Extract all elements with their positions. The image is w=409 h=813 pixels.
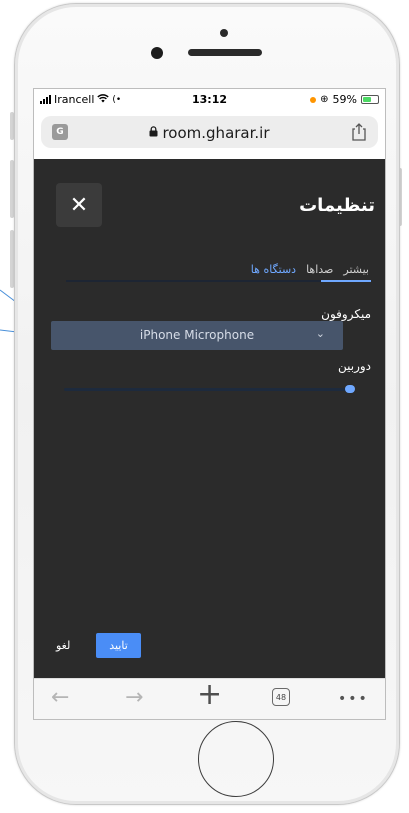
settings-dialog: ✕ تنظیمات دستگاه ها صداها بیشتر میکروفون… — [34, 159, 385, 679]
microphone-label: میکروفون — [321, 307, 371, 321]
close-button[interactable]: ✕ — [56, 183, 102, 227]
browser-toolbar: ← → + 48 ••• — [34, 678, 385, 719]
tab-more[interactable]: بیشتر — [343, 263, 369, 276]
share-icon[interactable] — [350, 122, 368, 142]
settings-tabs: دستگاه ها صداها بیشتر — [251, 263, 369, 276]
status-bar: Irancell (• 13:12 ⊕ 59% — [34, 89, 385, 111]
camera-label: دوربین — [337, 359, 371, 373]
dialog-title: تنظیمات — [299, 195, 375, 216]
screen: Irancell (• 13:12 ⊕ 59% G room.gharar.ir… — [33, 88, 386, 720]
address-bar[interactable]: G room.gharar.ir — [41, 116, 378, 148]
lock-icon — [149, 126, 158, 140]
status-right: ⊕ 59% — [310, 93, 379, 106]
url-text: room.gharar.ir — [162, 124, 270, 142]
back-icon[interactable]: ← — [51, 687, 69, 709]
forward-icon[interactable]: → — [125, 687, 143, 709]
microphone-select[interactable]: iPhone Microphone ⌄ — [51, 321, 343, 350]
cancel-button[interactable]: لغو — [56, 639, 70, 652]
camera-slider-thumb[interactable] — [345, 385, 355, 393]
tab-devices[interactable]: دستگاه ها — [251, 263, 296, 276]
new-tab-icon[interactable]: + — [197, 680, 222, 710]
close-icon: ✕ — [69, 192, 89, 217]
confirm-button[interactable]: تایید — [96, 633, 141, 658]
rotation-lock-icon: ⊕ — [320, 94, 329, 105]
proximity-sensor — [220, 29, 228, 37]
battery-icon — [361, 95, 379, 104]
front-camera — [151, 47, 163, 59]
more-icon[interactable]: ••• — [338, 688, 369, 710]
microphone-value: iPhone Microphone — [139, 328, 255, 342]
mic-in-use-dot — [310, 96, 317, 103]
tab-sounds[interactable]: صداها — [306, 263, 333, 276]
earpiece-speaker — [188, 49, 262, 56]
tab-underline — [66, 280, 371, 282]
battery-percent: 59% — [332, 93, 357, 106]
camera-slider-track[interactable] — [64, 388, 355, 391]
chevron-down-icon: ⌄ — [315, 327, 325, 340]
url-display[interactable]: room.gharar.ir — [41, 124, 378, 142]
home-button[interactable] — [198, 721, 274, 797]
tabs-icon[interactable]: 48 — [272, 688, 290, 706]
